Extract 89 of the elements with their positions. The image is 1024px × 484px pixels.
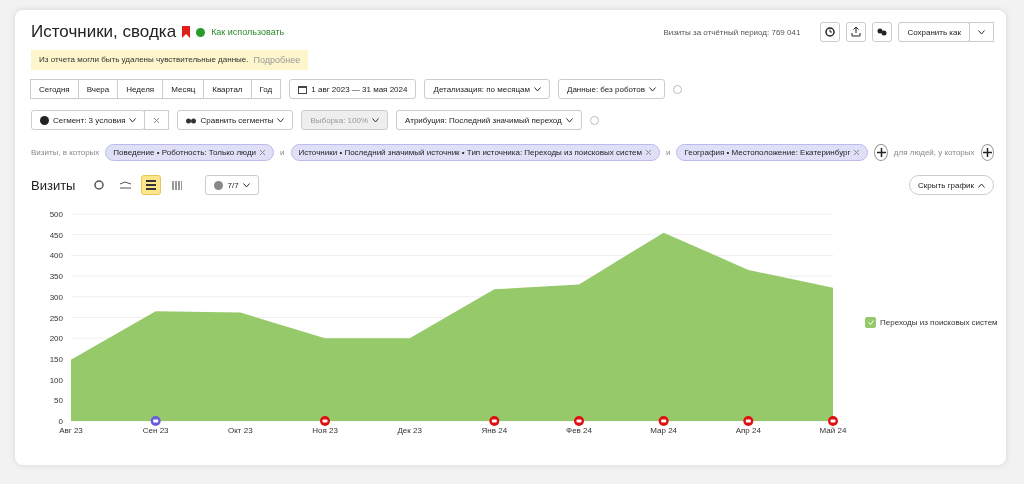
axis-label: Авг 23 <box>59 426 83 435</box>
axis-label: Май 24 <box>819 426 847 435</box>
close-icon[interactable] <box>259 149 267 156</box>
note-marker-icon[interactable] <box>320 416 330 426</box>
period-button[interactable]: Вчера <box>77 79 119 99</box>
axis-label: 150 <box>49 354 63 364</box>
note-marker-icon[interactable] <box>743 416 754 426</box>
period-button[interactable]: Неделя <box>117 79 164 99</box>
attribution-select[interactable]: Атрибуция: Последний значимый переход <box>396 110 582 130</box>
save-as-button[interactable]: Сохранить как <box>898 22 970 42</box>
help-link[interactable]: Как использовать <box>211 27 285 37</box>
notice-text: Из отчета могли быть удалены чувствительные данные. <box>39 55 249 65</box>
date-range-button[interactable]: 1 авг 2023 — 31 мая 2024 <box>289 79 417 99</box>
dots-icon <box>877 28 888 36</box>
legend-label: Переходы из поисковых систем <box>880 318 998 327</box>
axis-label: Мар 24 <box>650 426 678 435</box>
axis-label: Дек 23 <box>397 426 422 435</box>
line-icon <box>119 181 131 189</box>
data-select[interactable]: Данные: без роботов <box>558 79 666 99</box>
filter-chip[interactable]: Поведение • Роботность: Только люди <box>105 144 275 161</box>
axis-label: 100 <box>49 375 63 385</box>
chevron-icon <box>372 117 380 123</box>
chevron-icon <box>649 86 657 92</box>
axis-label: 450 <box>49 230 63 240</box>
plus-icon <box>982 148 992 157</box>
history-button[interactable] <box>820 22 841 42</box>
filter-lead: Визиты, в которых <box>31 148 100 157</box>
period-button[interactable]: Сегодня <box>30 79 79 99</box>
chevron-icon <box>129 117 137 123</box>
axis-label: Фев 24 <box>566 426 592 435</box>
axis-label: Апр 24 <box>735 426 761 435</box>
note-marker-icon[interactable] <box>658 416 669 426</box>
axis-label: Янв 24 <box>481 426 508 435</box>
close-icon[interactable] <box>644 149 652 156</box>
axis-label: 0 <box>58 417 63 426</box>
bookmark-icon[interactable] <box>182 26 191 38</box>
axis-label: Сен 23 <box>142 426 169 435</box>
plus-icon <box>876 148 886 157</box>
export-button[interactable] <box>846 22 867 42</box>
add-people-filter-button[interactable] <box>980 144 994 161</box>
close-icon[interactable] <box>153 116 161 124</box>
check-icon <box>867 320 874 325</box>
segment-select[interactable]: Сегмент: 3 условия <box>31 110 146 130</box>
period-button[interactable]: Год <box>250 79 282 99</box>
chevron-icon <box>277 117 285 123</box>
axis-label: 500 <box>49 210 63 219</box>
axis-label: 300 <box>49 292 63 302</box>
compare-select[interactable]: Сравнить сегменты <box>177 110 294 130</box>
and-text: и <box>665 148 671 157</box>
filter-chip[interactable]: География • Местоположение: Екатеринбург <box>676 144 869 161</box>
axis-label: Ноя 23 <box>312 426 338 435</box>
chevron-icon <box>242 182 250 188</box>
calendar-icon <box>298 84 308 94</box>
share-button[interactable] <box>872 22 893 42</box>
note-marker-icon[interactable] <box>828 416 838 426</box>
axis-label: 250 <box>49 313 63 323</box>
legend-checkbox[interactable] <box>865 317 876 328</box>
chevron-icon <box>534 86 541 92</box>
chart-title: Визиты <box>31 177 76 193</box>
upload-icon <box>851 27 862 37</box>
filter-chip[interactable]: Источники • Последний значимый источник • Тип источника: Переходы из поисковых систем <box>290 144 660 161</box>
note-marker-icon[interactable] <box>150 416 161 426</box>
add-filter-button[interactable] <box>874 144 888 161</box>
axis-label: 50 <box>54 396 63 406</box>
chart-type-button[interactable] <box>141 175 162 195</box>
note-marker-icon[interactable] <box>489 416 500 426</box>
axis-label: 350 <box>49 272 63 282</box>
bars-icon <box>172 180 183 190</box>
binoculars-icon <box>186 116 197 124</box>
detail-select[interactable]: Детализация: по месяцам <box>424 79 550 99</box>
series-select[interactable]: 7/7 <box>205 175 259 195</box>
stack-icon <box>146 180 157 190</box>
and-text: и <box>280 148 285 157</box>
people-filter-text: для людей, у которых <box>893 148 975 157</box>
clock-icon <box>825 27 836 37</box>
period-button[interactable]: Месяц <box>162 79 205 99</box>
axis-label: 200 <box>49 334 63 344</box>
axis-label: 400 <box>49 251 63 261</box>
hide-chart-button[interactable]: Скрыть график <box>909 175 994 195</box>
chevron-icon <box>978 29 985 35</box>
period-button[interactable]: Квартал <box>203 79 252 99</box>
close-icon[interactable] <box>853 149 861 156</box>
circle-icon <box>214 180 224 190</box>
chevron-up-icon <box>978 182 985 188</box>
chevron-icon <box>565 117 573 123</box>
page-title: Источники, сводка <box>31 22 177 42</box>
visits-total: Визиты за отчётный период: 769 041 <box>663 27 801 37</box>
note-marker-icon[interactable] <box>574 416 584 426</box>
axis-label: Окт 23 <box>228 426 253 435</box>
